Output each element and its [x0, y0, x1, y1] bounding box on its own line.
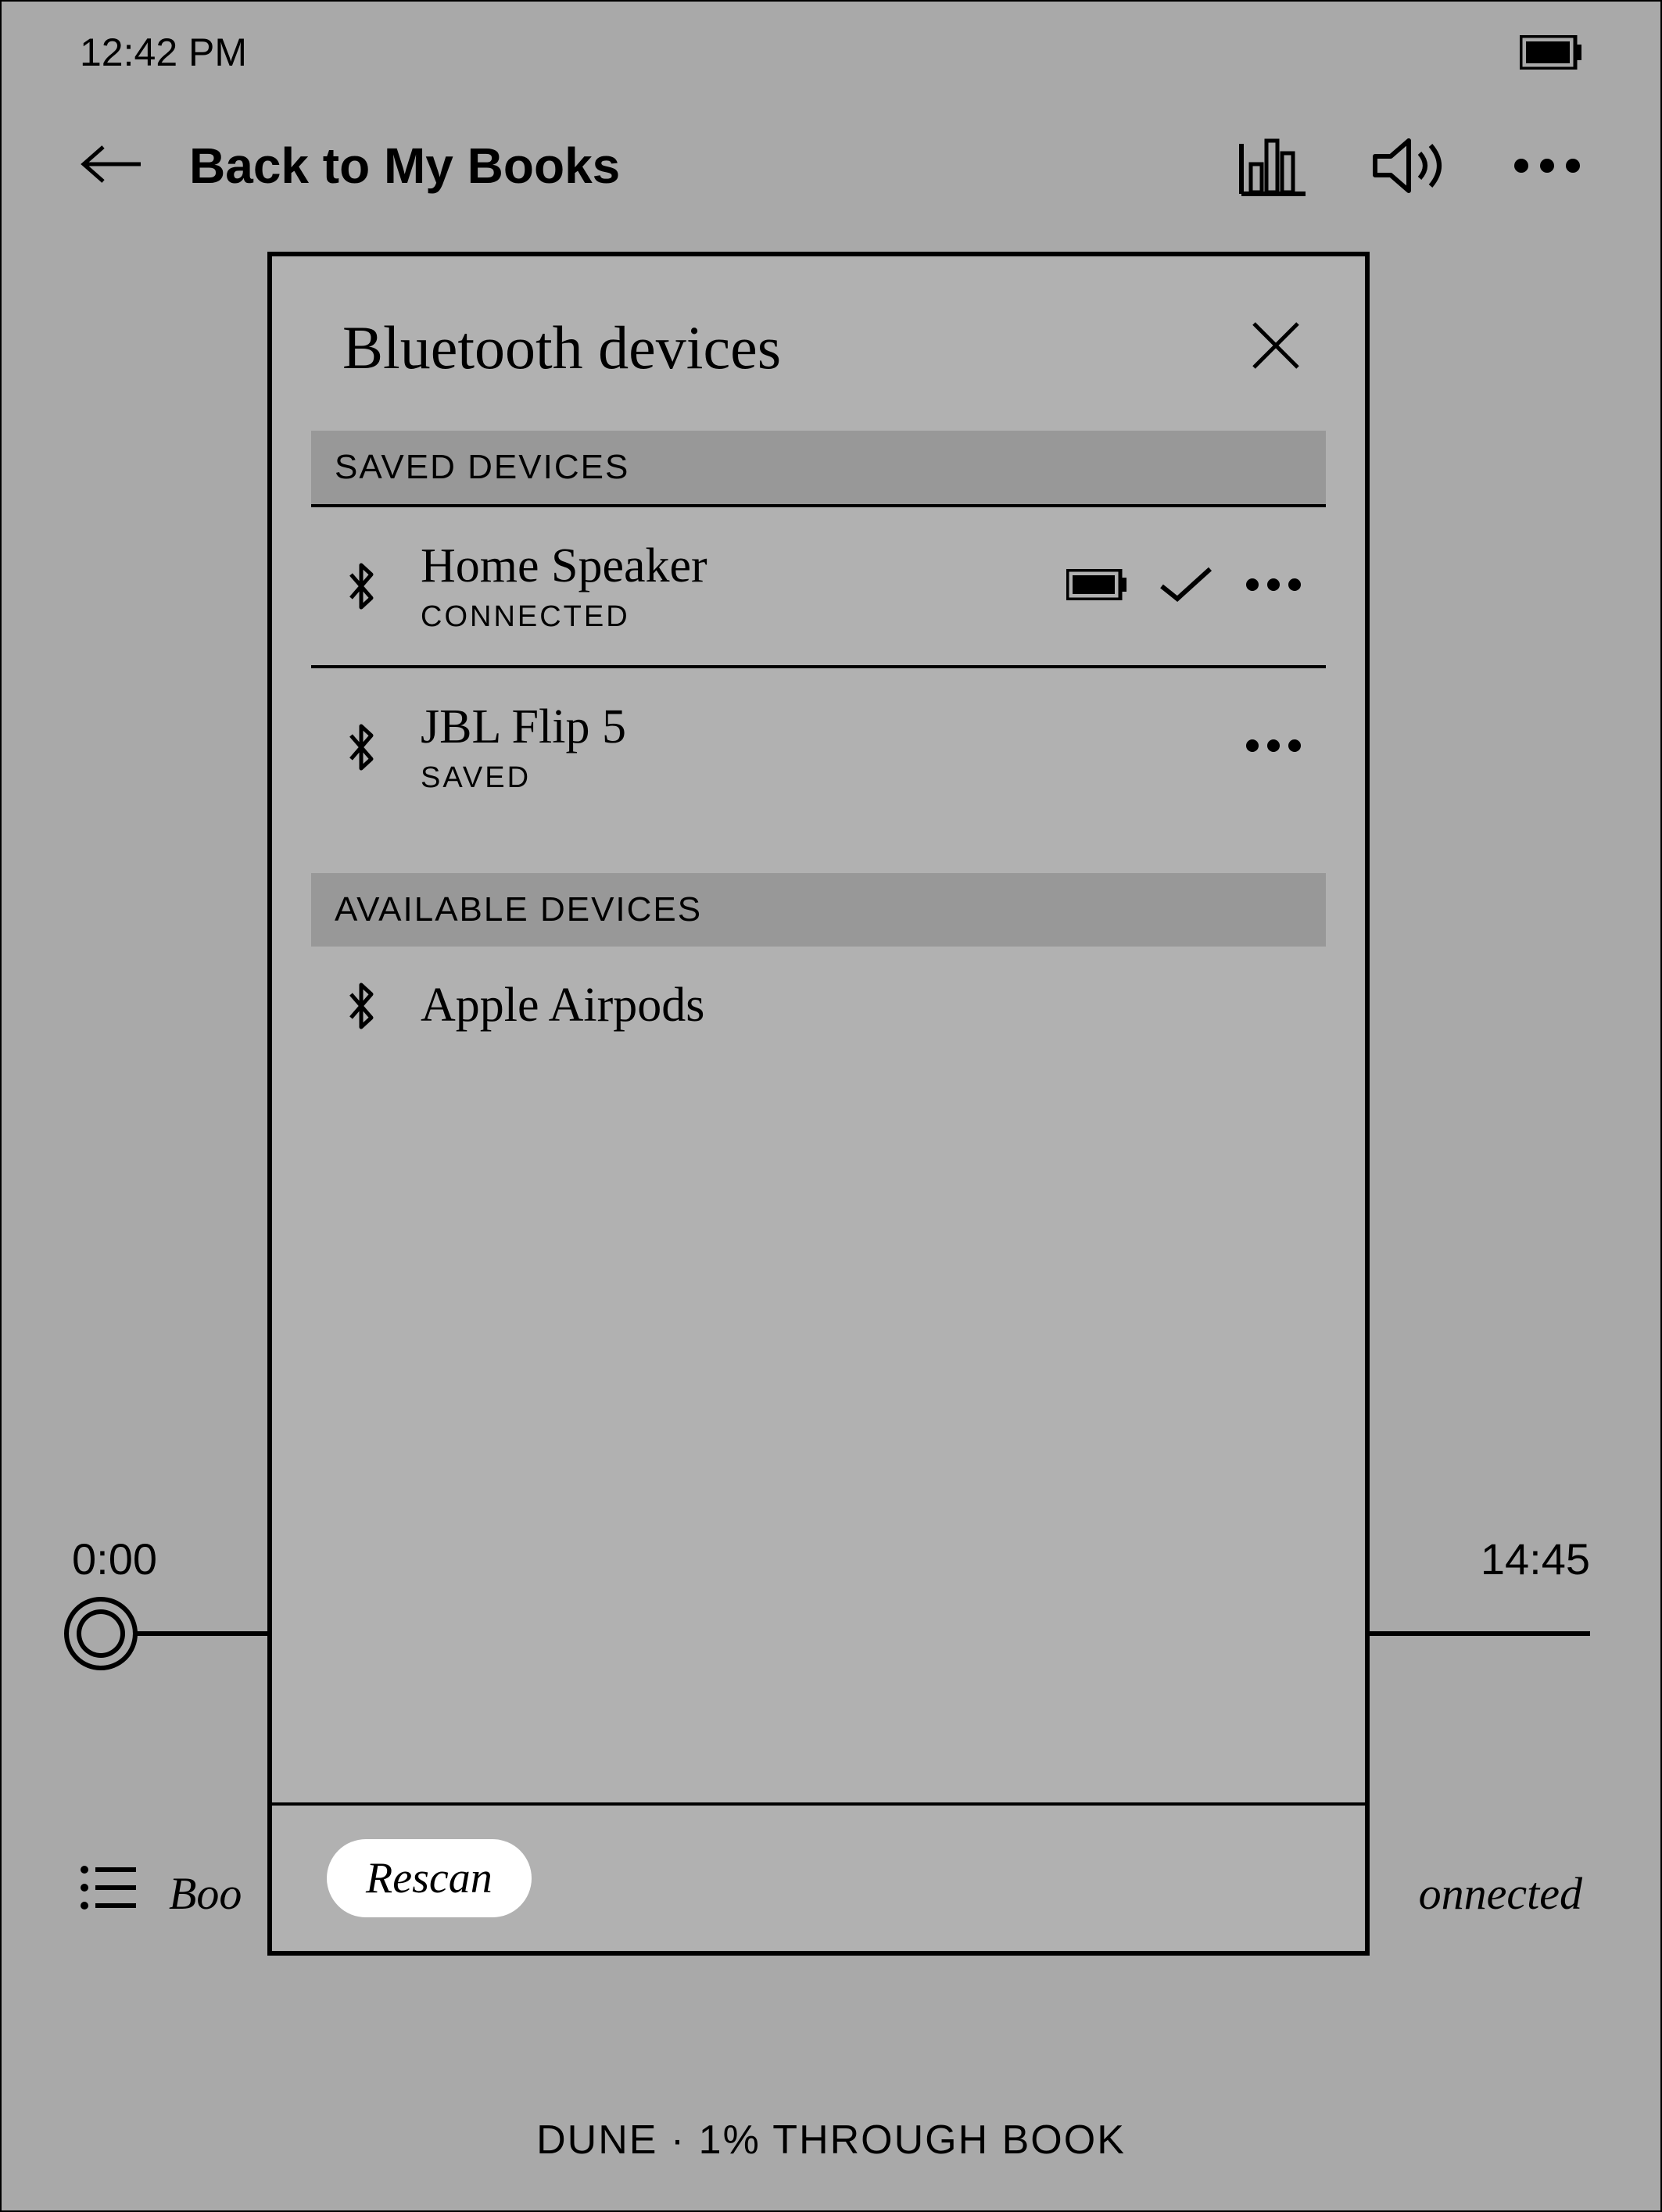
time-current: 0:00	[72, 1534, 157, 1584]
status-bar: 12:42 PM	[2, 2, 1660, 103]
bottom-left-text: Boo	[169, 1867, 242, 1920]
nav-right	[1238, 134, 1582, 197]
scrubber-handle[interactable]	[64, 1597, 138, 1670]
section-saved-header: SAVED DEVICES	[311, 431, 1326, 507]
time-total: 14:45	[1481, 1534, 1590, 1584]
checkmark-icon	[1159, 566, 1213, 607]
battery-icon	[1520, 35, 1582, 70]
book-progress-text: DUNE · 1% THROUGH BOOK	[536, 2117, 1126, 2164]
bluetooth-icon	[342, 723, 381, 771]
section-available-header: AVAILABLE DEVICES	[311, 873, 1326, 947]
device-info: JBL Flip 5 SAVED	[421, 700, 1205, 795]
device-row[interactable]: Home Speaker CONNECTED	[311, 507, 1326, 668]
device-name: JBL Flip 5	[421, 700, 1205, 755]
device-battery-icon	[1066, 569, 1127, 604]
bluetooth-icon	[342, 562, 381, 610]
device-info: Apple Airpods	[421, 978, 1302, 1033]
clock: 12:42 PM	[80, 30, 247, 75]
equalizer-icon[interactable]	[1238, 134, 1309, 197]
device-row[interactable]: Apple Airpods	[311, 947, 1326, 1065]
device-status: CONNECTED	[421, 600, 1027, 634]
device-info: Home Speaker CONNECTED	[421, 539, 1027, 634]
top-nav: Back to My Books	[80, 119, 1582, 213]
device-more-icon[interactable]	[1245, 738, 1302, 757]
device-more-icon[interactable]	[1245, 577, 1302, 596]
footer-status: DUNE · 1% THROUGH BOOK	[2, 2070, 1660, 2210]
modal-header: Bluetooth devices	[272, 256, 1365, 407]
bluetooth-modal: Bluetooth devices SAVED DEVICES Home Spe…	[267, 252, 1370, 1956]
speaker-icon[interactable]	[1371, 134, 1449, 197]
rescan-button[interactable]: Rescan	[327, 1839, 532, 1917]
more-icon[interactable]	[1512, 154, 1582, 177]
modal-body: SAVED DEVICES Home Speaker CONNECTED	[272, 407, 1365, 1802]
modal-title: Bluetooth devices	[342, 313, 781, 383]
device-actions	[1245, 738, 1302, 757]
device-name: Apple Airpods	[421, 978, 1302, 1033]
modal-footer: Rescan	[272, 1802, 1365, 1951]
device-row[interactable]: JBL Flip 5 SAVED	[311, 668, 1326, 826]
device-name: Home Speaker	[421, 539, 1027, 594]
toc-icon[interactable]	[80, 1863, 138, 1923]
bluetooth-icon	[342, 982, 381, 1030]
device-status: SAVED	[421, 761, 1205, 795]
back-arrow-icon[interactable]	[80, 145, 142, 188]
close-icon[interactable]	[1241, 311, 1310, 384]
back-label[interactable]: Back to My Books	[189, 137, 1238, 195]
screen: 12:42 PM Back to My Books	[0, 0, 1662, 2212]
device-actions	[1066, 566, 1302, 607]
bottom-right-text: onnected	[1419, 1867, 1582, 1920]
